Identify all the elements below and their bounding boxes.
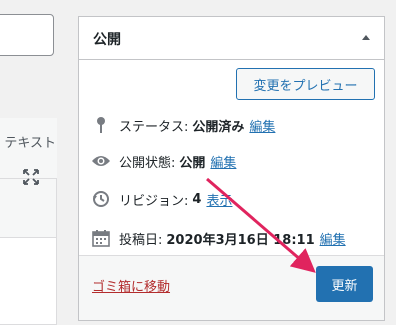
update-button[interactable]: 更新: [316, 266, 373, 302]
visibility-label: 公開状態:: [119, 155, 176, 171]
calendar-icon: [91, 228, 111, 248]
editor-tabs-bar: テキスト: [0, 118, 57, 185]
edit-date-link[interactable]: 編集: [320, 229, 346, 248]
eye-icon: [91, 151, 111, 171]
pin-icon: [91, 115, 111, 135]
date-value: 2020年3月16日 18:11: [166, 232, 315, 248]
text-tab[interactable]: テキスト: [0, 132, 56, 151]
revisions-count: 4: [192, 191, 202, 207]
history-icon: [91, 189, 111, 209]
status-row: ステータス: 公開済み 編集: [91, 115, 275, 135]
editor-fragment: テキスト: [0, 0, 57, 325]
move-to-trash-link[interactable]: ゴミ箱に移動: [92, 276, 170, 295]
fullscreen-icon[interactable]: [22, 168, 40, 186]
collapse-arrow-icon[interactable]: [362, 35, 370, 40]
preview-changes-button[interactable]: 変更をプレビュー: [236, 68, 375, 100]
publish-title: 公開: [93, 32, 121, 48]
status-label: ステータス:: [119, 119, 189, 135]
post-title-input[interactable]: [0, 14, 54, 56]
date-label: 投稿日:: [119, 232, 163, 248]
status-value: 公開済み: [192, 119, 245, 135]
browse-revisions-link[interactable]: 表示: [206, 190, 232, 209]
edit-status-link[interactable]: 編集: [249, 116, 275, 135]
date-row: 投稿日: 2020年3月16日 18:11 編集: [91, 228, 346, 248]
visibility-row: 公開状態: 公開 編集: [91, 151, 236, 171]
publish-header[interactable]: 公開: [79, 17, 384, 60]
visibility-value: 公開: [179, 155, 206, 171]
revisions-label: リビジョン:: [119, 193, 189, 209]
publish-metabox: 公開 変更をプレビュー ステータス: 公開済み 編集 公開状態: 公開 編集 リ…: [78, 16, 385, 321]
revisions-row: リビジョン: 4 表示: [91, 189, 232, 209]
publish-footer: ゴミ箱に移動 更新: [79, 255, 384, 320]
edit-visibility-link[interactable]: 編集: [210, 152, 236, 171]
